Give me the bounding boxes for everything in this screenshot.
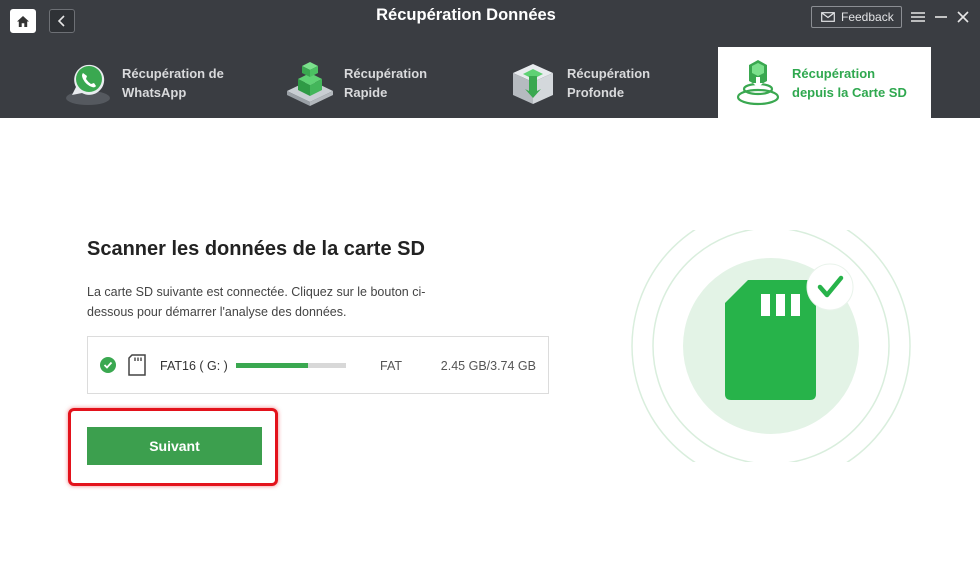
close-button[interactable] [953,7,973,27]
drive-size: 2.45 GB/3.74 GB [440,359,536,373]
drive-selected-checkbox[interactable] [100,357,116,373]
hamburger-icon [911,12,925,22]
feedback-button[interactable]: Feedback [811,6,902,28]
app-header: Récupération Données Feedback Récupérati… [0,0,980,118]
page-title: Scanner les données de la carte SD [87,238,425,260]
tab-sd-card-recovery[interactable]: Récupération depuis la Carte SD [718,47,931,118]
drive-usage-fill [236,363,308,368]
tab-deep-recovery[interactable]: Récupération Profonde [507,47,717,118]
deep-recovery-icon [513,63,553,104]
sd-card-recovery-icon [736,59,780,105]
minimize-button[interactable] [931,7,951,27]
tab-whatsapp-label: Récupération de WhatsApp [122,65,224,100]
page-description: La carte SD suivante est connectée. Cliq… [87,285,426,319]
tab-sd-card-label: Récupération depuis la Carte SD [792,65,907,100]
drive-list-item[interactable]: FAT16 ( G: ) FAT 2.45 GB/3.74 GB [87,336,549,394]
check-icon [103,361,113,369]
quick-recovery-icon [287,61,333,106]
tab-quick-label: Récupération Rapide [344,65,428,100]
mail-icon [821,12,835,22]
sd-card-icon [128,354,146,376]
tab-whatsapp-recovery[interactable]: Récupération de WhatsApp [62,47,272,118]
feedback-label: Feedback [841,10,894,24]
app-title: Récupération Données [376,6,556,24]
next-button[interactable]: Suivant [87,427,262,465]
minimize-icon [935,16,947,18]
close-icon [957,11,969,23]
tab-deep-label: Récupération Profonde [567,65,651,100]
drive-name: FAT16 ( G: ) [160,359,228,373]
whatsapp-phone-icon [66,64,110,105]
sd-card-illustration [631,230,911,462]
drive-usage-bar [236,363,346,368]
title-bar: Récupération Données Feedback [0,0,980,40]
menu-button[interactable] [908,7,928,27]
drive-filesystem: FAT [380,359,402,373]
tab-quick-recovery[interactable]: Récupération Rapide [284,47,494,118]
